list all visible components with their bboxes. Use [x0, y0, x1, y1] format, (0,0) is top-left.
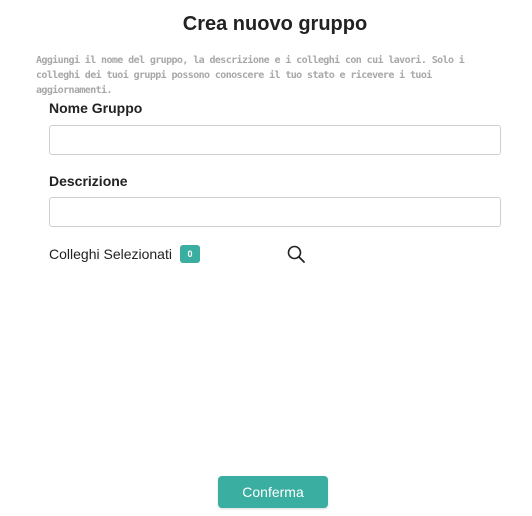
dialog-title: Crea nuovo gruppo	[182, 13, 368, 35]
dialog-description: Aggiungi il nome del gruppo, la descrizi…	[36, 55, 465, 96]
create-group-dialog: Crea nuovo gruppo Aggiungi il nome del g…	[0, 0, 532, 516]
selected-colleagues-row: Colleghi Selezionati 0	[49, 244, 200, 264]
search-icon	[287, 245, 305, 263]
group-name-label: Nome Gruppo	[49, 100, 143, 116]
group-description-input[interactable]	[49, 197, 501, 227]
group-name-input[interactable]	[49, 125, 501, 155]
confirm-button[interactable]: Conferma	[218, 476, 328, 508]
selected-colleagues-count-badge: 0	[179, 245, 200, 263]
group-description-label: Descrizione	[49, 173, 128, 189]
search-colleagues-button[interactable]	[286, 244, 306, 264]
selected-colleagues-label: Colleghi Selezionati	[49, 246, 172, 262]
